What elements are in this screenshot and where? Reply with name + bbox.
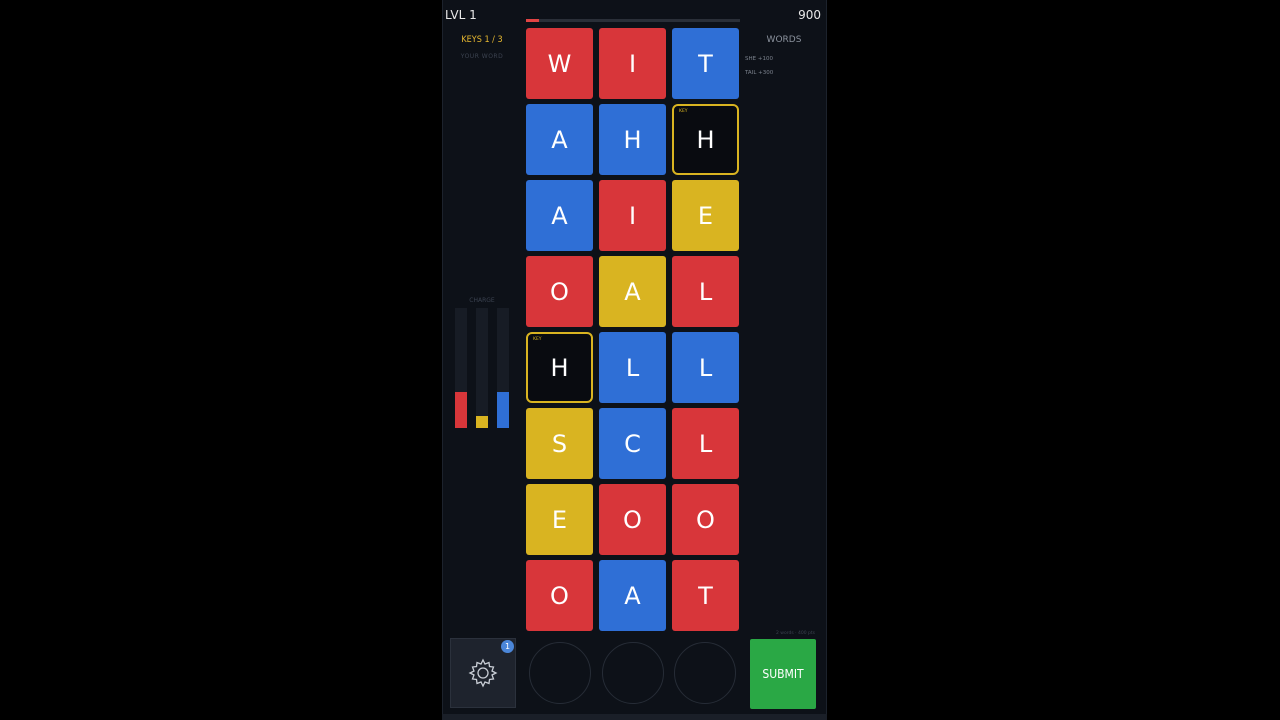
letter-tile[interactable]: C (599, 408, 666, 479)
tile-letter: L (698, 429, 713, 458)
letter-tile[interactable]: L (672, 256, 739, 327)
letter-tile[interactable]: L (672, 332, 739, 403)
tile-letter: A (551, 125, 568, 154)
keys-counter: KEYS 1 / 3 (461, 35, 503, 45)
tile-letter: L (698, 353, 713, 382)
notification-badge: 1 (501, 640, 514, 653)
tile-letter: W (547, 49, 572, 78)
words-list: SHE +100 TAIL +300 (745, 52, 773, 80)
letter-tile[interactable]: O (672, 484, 739, 555)
word-entry: TAIL +300 (745, 70, 774, 76)
letter-tile[interactable]: I (599, 28, 666, 99)
words-title: WORDS (766, 35, 802, 45)
word-entry: SHE +100 (745, 56, 773, 62)
letter-tile[interactable]: L (672, 408, 739, 479)
letter-tile[interactable]: O (526, 560, 593, 631)
letter-tile[interactable]: O (526, 256, 593, 327)
letter-tile[interactable]: A (599, 560, 666, 631)
submit-button[interactable]: SUBMIT (750, 639, 816, 709)
letter-tile[interactable]: H (599, 104, 666, 175)
progress-fill (526, 19, 539, 22)
right-edge (826, 0, 827, 720)
letter-tile[interactable]: O (599, 484, 666, 555)
letter-tile[interactable]: W (526, 28, 593, 99)
charge-meter (455, 308, 467, 428)
tile-letter: A (624, 277, 641, 306)
charge-meter-fill (497, 392, 509, 428)
tile-letter: O (550, 581, 569, 610)
bottom-bar (442, 714, 827, 720)
tile-letter: L (698, 277, 713, 306)
charge-label: CHARGE (469, 297, 495, 304)
letter-tile[interactable]: T (672, 560, 739, 631)
charge-meter-fill (476, 416, 488, 428)
gear-icon (468, 658, 498, 688)
letter-tile[interactable]: S (526, 408, 593, 479)
tile-letter: H (696, 125, 715, 154)
letter-tile[interactable]: E (672, 180, 739, 251)
key-tag: KEY (679, 109, 688, 114)
letter-tile[interactable]: I (599, 180, 666, 251)
footer-info: 2 words · 400 pts (776, 631, 815, 636)
letter-tile[interactable]: A (599, 256, 666, 327)
tile-letter: O (550, 277, 569, 306)
tile-letter: E (551, 505, 568, 534)
tile-letter: T (698, 581, 713, 610)
letter-tile[interactable]: T (672, 28, 739, 99)
letter-tile[interactable]: E (526, 484, 593, 555)
letter-tile[interactable]: L (599, 332, 666, 403)
tile-letter: A (551, 201, 568, 230)
letter-slot[interactable] (602, 642, 664, 704)
score-value: 900 (798, 8, 821, 22)
letter-slot[interactable] (529, 642, 591, 704)
charge-meter-fill (455, 392, 467, 428)
left-edge (442, 0, 443, 720)
letter-tile[interactable]: A (526, 180, 593, 251)
your-word-label: YOUR WORD (460, 53, 504, 60)
level-label: LVL 1 (445, 8, 477, 22)
key-tag: KEY (533, 337, 542, 342)
charge-meter (497, 308, 509, 428)
tile-letter: O (623, 505, 642, 534)
tile-letter: H (623, 125, 642, 154)
tile-letter: T (698, 49, 713, 78)
charge-meter (476, 308, 488, 428)
key-tile[interactable]: KEY H (672, 104, 739, 175)
tile-letter: I (628, 49, 637, 78)
tile-letter: E (697, 201, 714, 230)
letter-slot[interactable] (674, 642, 736, 704)
tile-letter: L (625, 353, 640, 382)
tile-letter: C (624, 429, 641, 458)
tile-letter: S (551, 429, 568, 458)
tile-letter: O (696, 505, 715, 534)
key-tile[interactable]: KEY H (526, 332, 593, 403)
tile-letter: H (550, 353, 569, 382)
tile-letter: I (628, 201, 637, 230)
tile-letter: A (624, 581, 641, 610)
game-screen: LVL 1 900 KEYS 1 / 3 YOUR WORD WORDS SHE… (442, 0, 827, 720)
letter-tile[interactable]: A (526, 104, 593, 175)
progress-bar (526, 19, 740, 22)
